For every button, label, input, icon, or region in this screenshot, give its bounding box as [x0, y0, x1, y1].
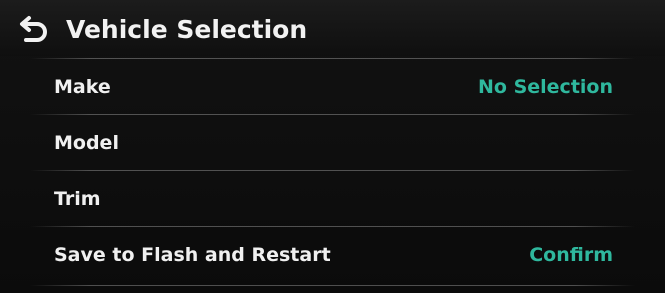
- trim-row[interactable]: Trim: [0, 170, 665, 226]
- settings-list: Make No Selection Model Trim Save to Fla…: [0, 58, 665, 282]
- save-restart-row[interactable]: Save to Flash and Restart Confirm: [0, 226, 665, 282]
- header-bar: Vehicle Selection: [0, 0, 665, 56]
- model-label: Model: [54, 132, 119, 154]
- back-button[interactable]: [14, 13, 54, 47]
- trim-label: Trim: [54, 188, 101, 210]
- make-value: No Selection: [478, 76, 613, 98]
- back-arrow-icon: [20, 16, 47, 42]
- divider: [30, 285, 635, 286]
- vehicle-selection-screen: Vehicle Selection Make No Selection Mode…: [0, 0, 665, 293]
- make-row[interactable]: Make No Selection: [0, 58, 665, 114]
- page-title: Vehicle Selection: [66, 15, 308, 44]
- save-restart-label: Save to Flash and Restart: [54, 244, 331, 266]
- model-row[interactable]: Model: [0, 114, 665, 170]
- confirm-button[interactable]: Confirm: [529, 226, 613, 282]
- make-label: Make: [54, 76, 111, 98]
